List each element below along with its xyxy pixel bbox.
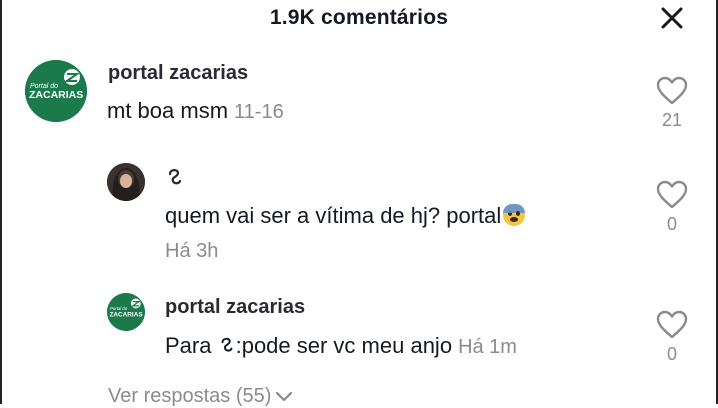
like-count: 0 [666, 214, 677, 234]
reply-text-prefix: Para [165, 333, 218, 358]
reply-text-body: quem vai ser a vítima de hj? portal [165, 203, 502, 228]
reply-username[interactable] [165, 166, 185, 194]
svg-text:ZACARIAS: ZACARIAS [29, 89, 83, 101]
comment-timestamp: 11-16 [234, 101, 284, 123]
comment-text: mt boa msm 11-16 [107, 98, 284, 124]
comments-count-title: 1.9K comentários [269, 6, 449, 29]
reply-timestamp: Há 1m [458, 336, 517, 358]
fearful-face-emoji [503, 204, 526, 226]
chevron-down-icon [276, 391, 293, 401]
portal-zacarias-logo: Portal do ZACARIAS [25, 60, 87, 122]
reply-text: Para :pode ser vc meu anjo Há 1m [165, 333, 517, 359]
heart-outline-icon [656, 180, 688, 209]
close-icon [661, 7, 683, 29]
reply-username[interactable]: portal zacarias [165, 296, 305, 319]
reply-timestamp: Há 3h [165, 240, 219, 262]
knot-symbol-icon [168, 169, 182, 185]
comment-text-body: mt boa msm [107, 98, 229, 123]
reply-text: quem vai ser a vítima de hj? portal [165, 203, 526, 229]
svg-text:Portal do: Portal do [110, 306, 128, 311]
view-replies-button[interactable]: Ver respostas (55) [108, 385, 293, 408]
comment-username[interactable]: portal zacarias [108, 62, 248, 85]
avatar[interactable] [107, 163, 145, 201]
heart-outline-icon [656, 76, 688, 105]
view-replies-label: Ver respostas (55) [108, 385, 272, 407]
like-count: 21 [661, 110, 683, 130]
portal-zacarias-logo: Portal do ZACARIAS [107, 293, 145, 331]
svg-text:ZACARIAS: ZACARIAS [109, 311, 143, 318]
reply-text-body: :pode ser vc meu anjo [235, 333, 453, 358]
like-button[interactable]: 0 [652, 310, 692, 365]
like-count: 0 [666, 344, 677, 364]
knot-symbol-icon [221, 337, 233, 352]
close-button[interactable] [656, 4, 688, 32]
avatar[interactable]: Portal do ZACARIAS [107, 293, 145, 331]
like-button[interactable]: 21 [652, 76, 692, 131]
avatar[interactable]: Portal do ZACARIAS [25, 60, 87, 122]
user-photo [107, 163, 145, 201]
like-button[interactable]: 0 [652, 180, 692, 235]
heart-outline-icon [656, 310, 688, 339]
